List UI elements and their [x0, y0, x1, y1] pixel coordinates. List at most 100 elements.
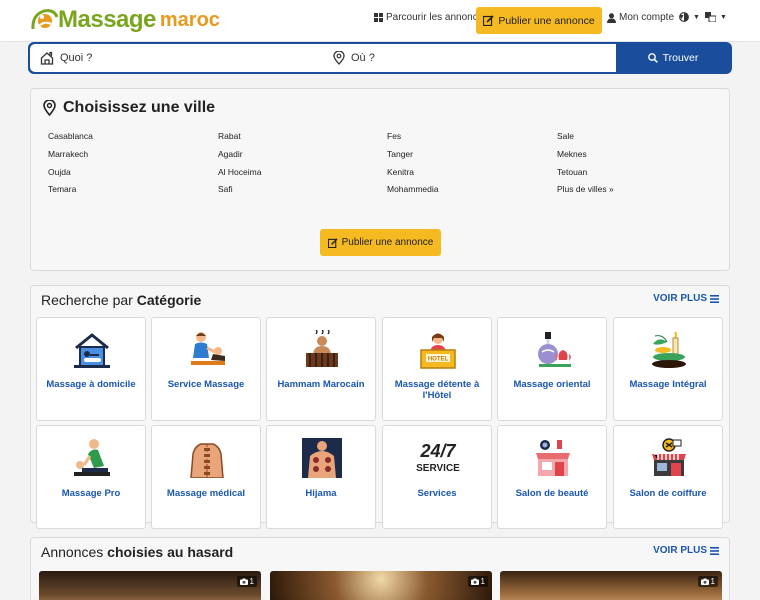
- city-link[interactable]: Al Hoceima: [218, 167, 261, 177]
- random-ads-title: Annonces choisies au hasard: [41, 544, 233, 560]
- city-link[interactable]: Tetouan: [557, 167, 587, 177]
- category-tile-hammam[interactable]: Hammam Marocain: [266, 317, 376, 421]
- categories-more-link[interactable]: VOIR PLUS: [653, 293, 719, 304]
- chevron-down-icon: ▼: [720, 13, 727, 21]
- category-tile-hotel[interactable]: HOTEL Massage détente à l'Hôtel: [382, 317, 492, 421]
- chevron-down-icon: ▼: [693, 13, 700, 21]
- city-selector-panel: Choisissez une ville Casablanca Rabat Fe…: [30, 88, 730, 271]
- site-logo[interactable]: Massage maroc: [30, 6, 220, 34]
- category-tile-services[interactable]: 24/7 SERVICE Services: [382, 425, 492, 529]
- city-link[interactable]: Agadir: [218, 149, 243, 159]
- category-label: Massage à domicile: [46, 379, 136, 390]
- publish-ad-label: Publier une annonce: [341, 237, 434, 248]
- publish-ad-button[interactable]: Publier une annonce: [320, 229, 441, 256]
- category-tile-oriental[interactable]: Massage oriental: [497, 317, 607, 421]
- category-panel: Recherche par Catégorie VOIR PLUS Massag…: [30, 285, 730, 529]
- city-link[interactable]: Fes: [387, 131, 401, 141]
- spine-icon: [190, 443, 224, 478]
- category-tile-service-massage[interactable]: Service Massage: [151, 317, 261, 421]
- service-24-7-icon: 24/7 SERVICE: [416, 441, 460, 474]
- map-pin-icon: [43, 100, 56, 116]
- city-link[interactable]: Sale: [557, 131, 574, 141]
- city-panel-title: Choisissez une ville: [43, 99, 215, 117]
- theme-toggle[interactable]: ▼: [679, 12, 700, 22]
- browse-ads-label: Parcourir les annonces: [386, 12, 489, 23]
- category-tile-massage-domicile[interactable]: Massage à domicile: [36, 317, 146, 421]
- category-tile-beauty[interactable]: Salon de beauté: [497, 425, 607, 529]
- category-label: Massage Intégral: [629, 379, 707, 390]
- category-label: Salon de beauté: [515, 488, 589, 499]
- browse-ads-link[interactable]: Parcourir les annonces: [374, 12, 488, 23]
- edit-icon: [327, 237, 338, 248]
- camera-icon: [700, 578, 709, 585]
- ad-photo[interactable]: 1: [500, 571, 722, 600]
- city-link[interactable]: Meknes: [557, 149, 587, 159]
- publish-ad-button[interactable]: Publier une annonce: [476, 7, 602, 34]
- ad-photo[interactable]: 1: [39, 571, 261, 600]
- photo-count: 1: [480, 577, 485, 586]
- city-link[interactable]: Casablanca: [48, 131, 93, 141]
- category-tile-medical[interactable]: Massage médical: [151, 425, 261, 529]
- category-label: Service Massage: [167, 379, 245, 390]
- pro-massage-icon: [74, 439, 110, 476]
- city-link[interactable]: Marrakech: [48, 149, 88, 159]
- photo-count-badge: 1: [467, 576, 488, 587]
- category-label: Services: [417, 488, 457, 499]
- category-label: Salon de coiffure: [629, 488, 707, 499]
- photo-count: 1: [249, 577, 254, 586]
- category-label: Massage oriental: [513, 379, 591, 390]
- category-tile-hair[interactable]: Salon de coiffure: [613, 425, 723, 529]
- logo-text-main: Massage: [58, 6, 156, 33]
- random-title-prefix: Annonces: [41, 544, 104, 560]
- where-placeholder: Où ?: [351, 52, 375, 64]
- where-search-input[interactable]: Où ?: [323, 44, 616, 72]
- city-link[interactable]: Mohammedia: [387, 184, 439, 194]
- beauty-salon-icon: [536, 440, 570, 476]
- grid-icon: [374, 13, 383, 22]
- more-cities-link[interactable]: Plus de villes »: [557, 184, 614, 194]
- random-more-link[interactable]: VOIR PLUS: [653, 545, 719, 556]
- account-label: Mon compte: [619, 12, 675, 23]
- ad-photo[interactable]: 1: [270, 571, 492, 600]
- menu-icon: [710, 546, 719, 555]
- publish-ad-label: Publier une annonce: [498, 14, 595, 27]
- edit-icon: [483, 15, 494, 26]
- random-ads-panel: Annonces choisies au hasard VOIR PLUS 1 …: [30, 537, 730, 600]
- menu-icon: [710, 294, 719, 303]
- what-search-input[interactable]: Quoi ?: [30, 44, 323, 72]
- hotel-reception-icon: HOTEL: [420, 333, 456, 369]
- photo-count: 1: [710, 577, 715, 586]
- spa-stones-icon: [652, 331, 686, 368]
- therapist-icon: [191, 332, 225, 365]
- home-massage-icon: [74, 333, 110, 368]
- city-link[interactable]: Tanger: [387, 149, 413, 159]
- house-icon: [40, 51, 54, 65]
- account-dropdown[interactable]: Mon compte ▼: [607, 12, 685, 23]
- category-panel-title: Recherche par Catégorie: [41, 292, 201, 308]
- random-title-bold: choisies au hasard: [107, 544, 234, 560]
- logo-emblem-icon: [31, 9, 59, 30]
- category-label: Hammam Marocain: [277, 379, 365, 390]
- camera-icon: [239, 578, 248, 585]
- search-button-label: Trouver: [662, 52, 699, 64]
- language-dropdown[interactable]: ▼: [705, 12, 727, 22]
- search-submit-button[interactable]: Trouver: [616, 44, 730, 72]
- category-tile-massage-pro[interactable]: Massage Pro: [36, 425, 146, 529]
- city-link[interactable]: Safi: [218, 184, 233, 194]
- category-title-prefix: Recherche par: [41, 292, 133, 308]
- service-24-7-top-text: 24/7: [419, 441, 456, 461]
- category-title-bold: Catégorie: [136, 292, 202, 308]
- category-tile-integral[interactable]: Massage Intégral: [613, 317, 723, 421]
- city-link[interactable]: Rabat: [218, 131, 241, 141]
- photo-count-badge: 1: [236, 576, 257, 587]
- city-link[interactable]: Temara: [48, 184, 76, 194]
- hair-salon-icon: [652, 438, 686, 476]
- service-24-7-bottom-text: SERVICE: [416, 463, 460, 474]
- random-more-label: VOIR PLUS: [653, 545, 707, 556]
- city-link[interactable]: Oujda: [48, 167, 71, 177]
- category-tile-hijama[interactable]: Hijama: [266, 425, 376, 529]
- hammam-icon: [306, 330, 338, 367]
- city-link[interactable]: Kenitra: [387, 167, 414, 177]
- language-icon: [705, 12, 716, 22]
- map-pin-icon: [333, 51, 345, 65]
